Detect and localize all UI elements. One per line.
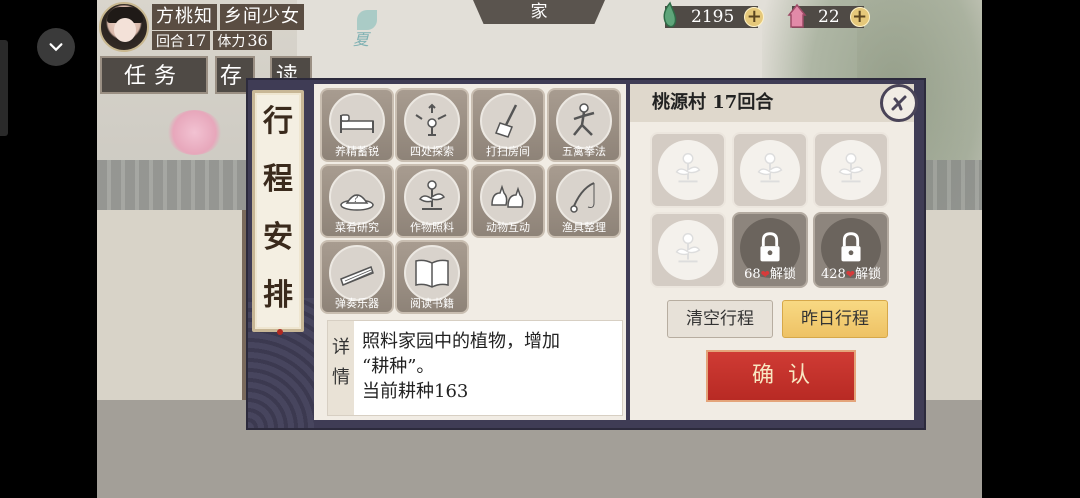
broom-icon: [495, 104, 518, 138]
action-clean[interactable]: 打扫房间: [471, 88, 545, 162]
action-crop-care[interactable]: 作物照料: [395, 164, 469, 238]
book-icon: [415, 259, 449, 288]
action-play-instrument[interactable]: 弹奏乐器: [320, 240, 394, 314]
sprout-icon: [675, 153, 701, 183]
stat-row: 回合 17 体力 36: [152, 31, 272, 50]
close-icon: [891, 95, 907, 111]
explore-icon: [415, 103, 447, 136]
schedule-slot-locked[interactable]: 68❤解锁: [732, 212, 808, 288]
dialog-title: 行 程 安 排: [252, 90, 304, 335]
pink-house-icon: [787, 3, 807, 28]
action-explore[interactable]: 四处探索: [395, 88, 469, 162]
jade-icon: [663, 1, 677, 28]
sprout-icon: [418, 180, 446, 210]
action-martial-arts[interactable]: 五禽拳法: [547, 88, 621, 162]
detail-box: 详情 照料家园中的植物，增加 “耕种”。 当前耕种163: [327, 320, 623, 416]
task-button[interactable]: 任务: [100, 56, 208, 94]
heart-icon: ❤: [845, 268, 856, 281]
sprout-icon: [675, 233, 701, 263]
avatar[interactable]: [99, 2, 149, 52]
schedule-slot-locked[interactable]: 428❤解锁: [813, 212, 889, 288]
action-fishing-gear[interactable]: 渔具整理: [547, 164, 621, 238]
character-name: 方桃知: [152, 4, 217, 30]
action-animal-interaction[interactable]: 动物互动: [471, 164, 545, 238]
action-dish-research[interactable]: ? 菜肴研究: [320, 164, 394, 238]
schedule-slot-empty[interactable]: [650, 132, 726, 208]
heart-icon: ❤: [760, 268, 770, 281]
season-indicator: 夏: [345, 8, 390, 49]
close-button[interactable]: [880, 84, 918, 122]
schedule-slot-empty[interactable]: [732, 132, 808, 208]
seal-dot: [277, 329, 283, 335]
sprout-icon: [838, 153, 864, 183]
add-currency-a-button[interactable]: +: [744, 7, 765, 27]
svg-text:?: ?: [353, 194, 358, 205]
fishing-rod-icon: [570, 182, 595, 213]
action-rest[interactable]: 养精蓄锐: [320, 88, 394, 162]
schedule-header: 桃源村 17回合: [630, 84, 914, 122]
confirm-button[interactable]: 确认: [706, 350, 856, 402]
clear-schedule-button[interactable]: 清空行程: [667, 300, 773, 338]
turn-stat: 回合 17: [152, 31, 211, 50]
character-title: 乡间少女: [220, 4, 304, 30]
schedule-slot-empty[interactable]: [813, 132, 889, 208]
location-tab[interactable]: 家: [473, 0, 605, 24]
add-currency-b-button[interactable]: +: [849, 7, 870, 27]
currency-b: 22 +: [787, 3, 870, 28]
dish-icon: ?: [340, 194, 374, 211]
collapse-button[interactable]: [37, 28, 75, 66]
chevron-down-icon: [49, 43, 63, 52]
yesterday-schedule-button[interactable]: 昨日行程: [782, 300, 888, 338]
bed-icon: [340, 114, 374, 133]
detail-label: 详情: [328, 321, 354, 415]
zither-icon: [340, 266, 374, 286]
game-screen: 方桃知 乡间少女 回合 17 体力 36 夏 家 2195 + 22 + 任务 存 …: [0, 0, 1080, 498]
sprout-icon: [757, 153, 783, 183]
chicken-icon: [491, 184, 524, 208]
character-name-box: 方桃知 乡间少女: [152, 4, 304, 30]
detail-text: 照料家园中的植物，增加 “耕种”。 当前耕种163: [362, 331, 560, 402]
action-read-books[interactable]: 阅读书籍: [395, 240, 469, 314]
stamina-stat: 体力 36: [213, 31, 272, 50]
flower-decoration: [167, 110, 222, 155]
martial-arts-icon: [573, 103, 595, 136]
currency-a: 2195 +: [663, 1, 765, 28]
side-handle[interactable]: [0, 40, 8, 136]
schedule-slot-empty[interactable]: [650, 212, 726, 288]
